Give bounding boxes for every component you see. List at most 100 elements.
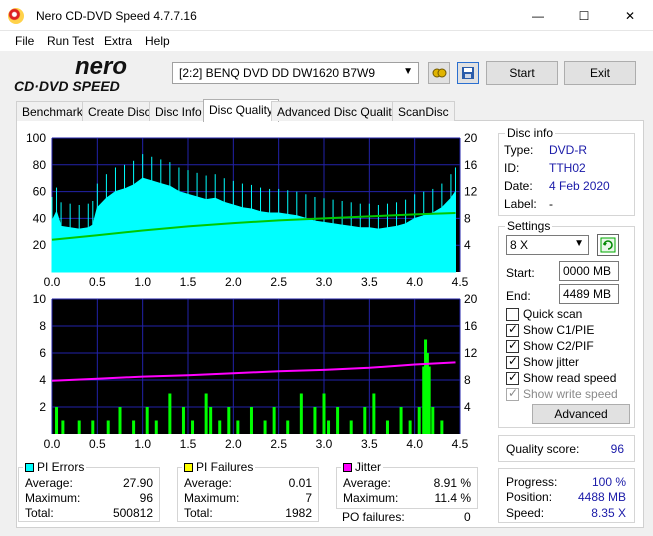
pi-failures-bar — [263, 420, 267, 434]
y-left-tick-label: 8 — [39, 319, 46, 333]
drive-select-value: [2:2] BENQ DVD DD DW1620 B7W9 — [179, 66, 376, 80]
refresh-button[interactable] — [597, 234, 619, 256]
checkbox-show-read-speed[interactable]: Show read speed — [506, 370, 617, 385]
y-right-tick-label: 12 — [464, 346, 478, 360]
checkbox-label: Show write speed — [523, 387, 618, 401]
x-tick-label: 4.5 — [452, 437, 469, 451]
checkbox-box — [506, 322, 519, 337]
close-icon: ✕ — [624, 8, 636, 23]
charts-area: 0.0 0.5 1.0 1.5 2.0 2.5 3.0 3.5 4.0 4.5 100 80 60 40 2… — [26, 131, 478, 451]
pi-failures-bar — [363, 407, 367, 434]
start-input[interactable]: 0000 MB — [559, 261, 619, 281]
end-input[interactable]: 4489 MB — [559, 284, 619, 304]
speed-value: 8.35 X — [591, 506, 626, 520]
checkbox-show-c1-pie[interactable]: Show C1/PIE — [506, 322, 594, 337]
exit-button[interactable]: Exit — [564, 61, 636, 85]
checkbox-label: Show jitter — [523, 355, 580, 369]
checkbox-quick-scan[interactable]: Quick scan — [506, 307, 582, 321]
pi-errors-avg: 27.90 — [122, 476, 153, 490]
refresh-icon — [600, 237, 616, 253]
pi-failures-total: 1982 — [285, 506, 312, 520]
checkbox-box — [506, 307, 519, 321]
y-right-tick-label: 20 — [464, 131, 478, 145]
minimize-button[interactable]: — — [515, 0, 561, 31]
x-tick-label: 1.0 — [134, 437, 151, 451]
type-value: DVD-R — [549, 143, 587, 157]
menu-file[interactable]: File — [15, 34, 34, 48]
x-tick-label: 1.0 — [134, 275, 151, 289]
menu-extra[interactable]: Extra — [104, 34, 132, 48]
progress-label: Progress: — [506, 475, 558, 489]
y-right-tick-label: 16 — [464, 319, 478, 333]
pi-failures-bar — [249, 407, 253, 434]
start-label: Start: — [506, 266, 535, 280]
eject-button[interactable] — [428, 62, 450, 84]
minimize-icon: — — [532, 8, 544, 23]
checkbox-label: Show C2/PIF — [523, 339, 594, 353]
x-tick-label: 2.0 — [225, 437, 242, 451]
po-failures-value: 0 — [464, 510, 471, 524]
checkbox-show-write-speed: Show write speed — [506, 386, 618, 401]
x-tick-label: 0.0 — [44, 275, 61, 289]
pi-failures-bar — [191, 420, 195, 434]
tab-advanced-disc-quality[interactable]: Advanced Disc Quality — [271, 101, 404, 121]
checkbox-show-c2-pif[interactable]: Show C2/PIF — [506, 338, 594, 353]
disc-info-group: Disc info Type: DVD-R ID: TTH02 Date: 4 … — [498, 126, 635, 216]
start-button[interactable]: Start — [486, 61, 558, 85]
chevron-down-icon: ▼ — [574, 238, 584, 249]
tab-benchmark[interactable]: Benchmark — [16, 101, 89, 121]
close-button[interactable]: ✕ — [607, 0, 653, 31]
pi-errors-max-label: Maximum: — [25, 491, 81, 505]
pi-failures-bar — [106, 420, 110, 434]
tab-create-disc[interactable]: Create Disc — [82, 101, 157, 121]
menu-help[interactable]: Help — [145, 34, 170, 48]
pi-errors-total-label: Total: — [25, 506, 54, 520]
progress-value: 100 % — [591, 475, 626, 489]
y-right-tick-label: 16 — [464, 158, 478, 172]
x-tick-label: 2.5 — [270, 275, 287, 289]
checkbox-label: Show read speed — [523, 371, 617, 385]
y-left-tick-label: 80 — [33, 158, 47, 172]
pi-failures-group: PI Failures Average: 0.01 Maximum: 7 Tot… — [177, 460, 319, 522]
pi-failures-bar — [227, 407, 231, 434]
checkbox-show-jitter[interactable]: Show jitter — [506, 354, 580, 369]
x-tick-label: 1.5 — [180, 275, 197, 289]
x-tick-label: 4.0 — [406, 275, 423, 289]
y-left-tick-label: 6 — [39, 346, 46, 360]
maximize-button[interactable]: ☐ — [561, 0, 607, 31]
pi-failures-bar — [349, 420, 353, 434]
pi-failures-max-label: Maximum: — [184, 491, 240, 505]
x-tick-label: 3.0 — [316, 437, 333, 451]
eject-icon — [432, 68, 447, 78]
type-label: Type: — [504, 143, 534, 157]
x-tick-label: 1.5 — [180, 437, 197, 451]
pi-failures-bar — [272, 407, 276, 434]
speed-label: Speed: — [506, 506, 545, 520]
pi-failures-bar — [118, 407, 122, 434]
advanced-button[interactable]: Advanced — [532, 404, 630, 424]
tab-disc-info[interactable]: Disc Info — [149, 101, 208, 121]
menu-run-test[interactable]: Run Test — [47, 34, 94, 48]
title-bar: Nero CD-DVD Speed 4.7.7.16 — ☐ ✕ — [0, 0, 653, 31]
progress-group: Progress: 100 % Position: 4488 MB Speed:… — [498, 468, 635, 523]
tab-scandisc[interactable]: ScanDisc — [392, 101, 455, 121]
x-tick-label: 2.0 — [225, 275, 242, 289]
app-icon — [8, 8, 24, 24]
pi-failures-bar — [77, 420, 81, 434]
checkbox-box — [506, 370, 519, 385]
save-button[interactable] — [457, 62, 479, 84]
id-label: ID: — [504, 161, 520, 175]
pi-failures-title: PI Failures — [182, 460, 256, 474]
speed-select[interactable]: 8 X ▼ — [506, 235, 589, 255]
y-right-tick-label: 8 — [464, 373, 471, 387]
window-title: Nero CD-DVD Speed 4.7.7.16 — [36, 9, 197, 23]
checkbox-box — [506, 386, 519, 401]
y-right-tick-label: 20 — [464, 292, 478, 306]
pi-failures-bar — [181, 407, 185, 434]
x-tick-label: 4.0 — [406, 437, 423, 451]
drive-select[interactable]: [2:2] BENQ DVD DD DW1620 B7W9 ▼ — [172, 62, 419, 84]
tab-disc-quality[interactable]: Disc Quality — [203, 99, 280, 122]
y-left-tick-label: 4 — [39, 373, 46, 387]
speed-value: 8 X — [510, 238, 529, 252]
pi-failures-bar — [91, 420, 95, 434]
